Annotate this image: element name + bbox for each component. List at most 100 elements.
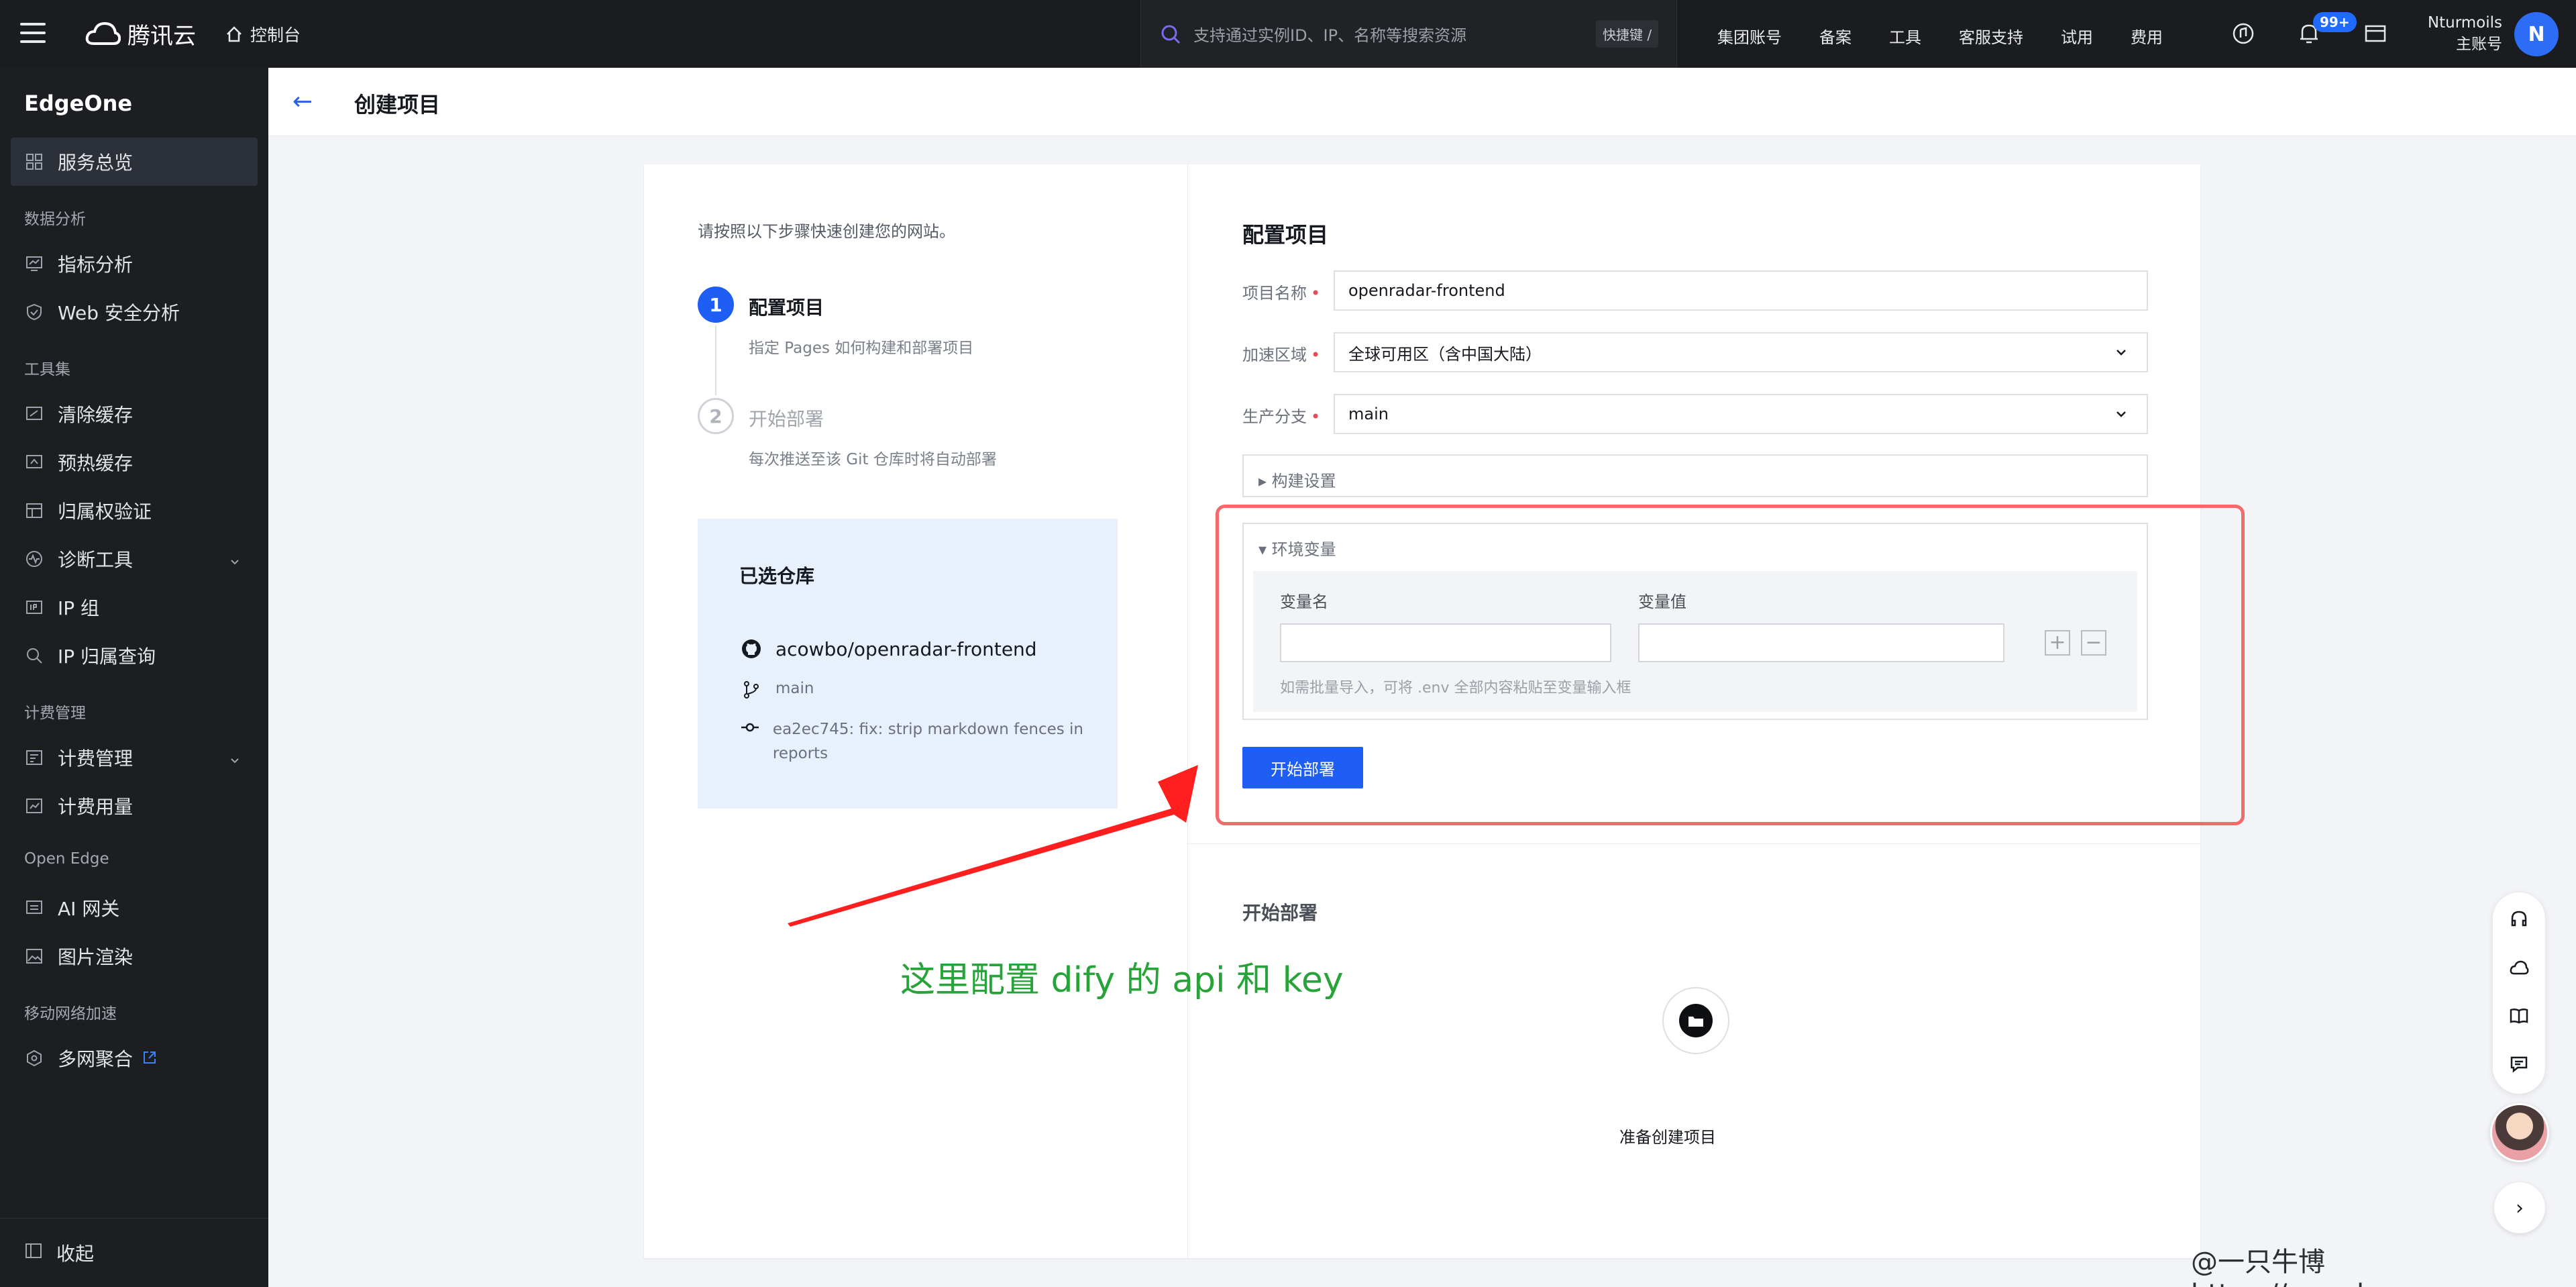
repo-commit-row: ea2ec745: fix: strip markdown fences in … bbox=[739, 717, 1102, 766]
sidebar-item-label: 计费管理 bbox=[58, 748, 133, 770]
chevron-down-icon bbox=[228, 750, 241, 772]
usage-icon bbox=[24, 796, 44, 816]
sidebar-item-purge-cache[interactable]: 清除缓存 bbox=[11, 390, 258, 438]
account-name: Nturmoils bbox=[2427, 14, 2502, 32]
sidebar-item-billing-usage[interactable]: 计费用量 bbox=[11, 782, 258, 830]
book-icon[interactable] bbox=[2506, 1002, 2532, 1029]
shortcut-hint: 快捷键 / bbox=[1596, 20, 1659, 48]
purge-icon bbox=[24, 404, 44, 424]
search-icon bbox=[24, 646, 44, 666]
sidebar-item-label: Web 安全分析 bbox=[58, 302, 180, 324]
external-link-icon bbox=[142, 1047, 157, 1070]
billing-icon bbox=[24, 748, 44, 768]
repo-name-row: acowbo/openradar-frontend bbox=[739, 638, 1037, 660]
assistant-avatar[interactable] bbox=[2490, 1103, 2549, 1162]
group-tools: 工具集 bbox=[24, 361, 70, 378]
sidebar: EdgeOne 服务总览 数据分析 指标分析 Web 安全分析 工具集 清除缓存… bbox=[0, 68, 268, 1287]
sidebar-item-label: IP 归属查询 bbox=[58, 646, 156, 668]
sidebar-item-label: 清除缓存 bbox=[58, 404, 133, 426]
billing-card-icon[interactable] bbox=[2364, 23, 2387, 44]
top-navbar: 腾讯云 控制台 支持通过实例ID、IP、名称等搜索资源 快捷键 / 集团账号 备… bbox=[0, 0, 2576, 68]
home-icon bbox=[227, 26, 241, 42]
region-value: 全球可用区（含中国大陆） bbox=[1348, 344, 1542, 364]
sidebar-item-label: 计费用量 bbox=[58, 796, 133, 818]
repo-commit: ea2ec745: fix: strip markdown fences in … bbox=[772, 721, 1083, 762]
chevron-down-icon bbox=[2112, 343, 2131, 366]
sidebar-item-metrics[interactable]: 指标分析 bbox=[11, 240, 258, 288]
shield-icon bbox=[24, 302, 44, 322]
arrow-left-icon[interactable]: ← bbox=[292, 88, 313, 115]
gateway-icon bbox=[24, 898, 44, 918]
nav-trial[interactable]: 试用 bbox=[2061, 24, 2093, 48]
region-select[interactable]: 全球可用区（含中国大陆） bbox=[1334, 332, 2148, 372]
cloud-logo-icon bbox=[85, 21, 121, 45]
nav-billing[interactable]: 费用 bbox=[2131, 24, 2163, 48]
sidebar-item-label: 归属权验证 bbox=[58, 501, 152, 523]
group-billing: 计费管理 bbox=[24, 705, 86, 722]
sidebar-item-ai-gateway[interactable]: AI 网关 bbox=[11, 884, 258, 932]
project-name-label: 项目名称 • bbox=[1242, 284, 1321, 303]
image-icon bbox=[24, 946, 44, 966]
page-header: ← 创建项目 bbox=[268, 68, 2576, 136]
collapse-label: 收起 bbox=[56, 1243, 95, 1265]
deploy-status-text: 准备创建项目 bbox=[1619, 1128, 1716, 1147]
top-nav-links: 集团账号 备案 工具 客服支持 试用 费用 bbox=[1717, 24, 2200, 48]
nav-tools[interactable]: 工具 bbox=[1889, 24, 1921, 48]
global-search[interactable]: 支持通过实例ID、IP、名称等搜索资源 快捷键 / bbox=[1140, 0, 1677, 68]
column-divider bbox=[1187, 164, 1188, 1258]
selected-repo-box: 已选仓库 acowbo/openradar-frontend main ea2e… bbox=[698, 519, 1118, 809]
sidebar-item-overview[interactable]: 服务总览 bbox=[11, 138, 258, 186]
sidebar-collapse[interactable]: 收起 bbox=[0, 1218, 268, 1287]
sidebar-item-web-security[interactable]: Web 安全分析 bbox=[11, 288, 258, 336]
feedback-icon[interactable] bbox=[2506, 1051, 2532, 1078]
sidebar-item-ownership[interactable]: 归属权验证 bbox=[11, 486, 258, 535]
deploy-status-icon bbox=[1662, 987, 1729, 1054]
step-connector bbox=[715, 325, 716, 395]
nav-filing[interactable]: 备案 bbox=[1819, 24, 1851, 48]
account-info[interactable]: Nturmoils 主账号 bbox=[2426, 12, 2502, 55]
group-mobile: 移动网络加速 bbox=[24, 1005, 117, 1023]
sidebar-item-diagnostics[interactable]: 诊断工具 bbox=[11, 535, 258, 583]
search-placeholder: 支持通过实例ID、IP、名称等搜索资源 bbox=[1193, 26, 1467, 45]
nav-group-account[interactable]: 集团账号 bbox=[1717, 24, 1782, 48]
step-2-title: 开始部署 bbox=[749, 408, 824, 430]
sidebar-item-ip-group[interactable]: IP 组 bbox=[11, 583, 258, 631]
sidebar-item-billing-mgmt[interactable]: 计费管理 bbox=[11, 733, 258, 782]
headset-icon[interactable] bbox=[2506, 906, 2532, 933]
sidebar-item-prefetch-cache[interactable]: 预热缓存 bbox=[11, 438, 258, 486]
menu-icon[interactable] bbox=[20, 23, 46, 43]
nav-support[interactable]: 客服支持 bbox=[1959, 24, 2023, 48]
sidebar-item-label: 指标分析 bbox=[58, 254, 133, 276]
step-2-indicator: 2 bbox=[698, 398, 734, 434]
console-link[interactable]: 控制台 bbox=[225, 22, 301, 46]
sidebar-item-image-render[interactable]: 图片渲染 bbox=[11, 932, 258, 980]
group-data-analysis: 数据分析 bbox=[24, 211, 86, 228]
user-avatar[interactable]: N bbox=[2514, 12, 2559, 56]
product-name: EdgeOne bbox=[24, 91, 133, 116]
step-1-title: 配置项目 bbox=[749, 297, 824, 319]
chevron-down-icon bbox=[228, 551, 241, 573]
deploy-section-title: 开始部署 bbox=[1242, 902, 1318, 924]
project-name-input[interactable]: openradar-frontend bbox=[1334, 270, 2148, 311]
repo-branch: main bbox=[775, 680, 814, 697]
sidebar-item-label: 图片渲染 bbox=[58, 946, 133, 968]
prefetch-icon bbox=[24, 452, 44, 472]
chevron-right-icon[interactable]: › bbox=[2494, 1182, 2545, 1233]
sidebar-item-label: 服务总览 bbox=[58, 152, 133, 174]
sidebar-item-ip-lookup[interactable]: IP 归属查询 bbox=[11, 631, 258, 680]
sidebar-item-multi-network[interactable]: 多网聚合 bbox=[11, 1034, 258, 1082]
tencent-cloud-logo[interactable]: 腾讯云 bbox=[85, 17, 196, 50]
step-1-indicator: 1 bbox=[698, 287, 734, 323]
notification-badge: 99+ bbox=[2313, 12, 2357, 32]
console-label: 控制台 bbox=[250, 25, 301, 45]
app-icon[interactable] bbox=[2231, 21, 2255, 46]
build-settings-toggle[interactable]: ▸ 构建设置 bbox=[1242, 454, 2148, 497]
cloud-icon[interactable] bbox=[2506, 954, 2532, 981]
git-branch-icon bbox=[739, 680, 763, 700]
step-1-desc: 指定 Pages 如何构建和部署项目 bbox=[749, 340, 974, 357]
github-icon bbox=[739, 638, 763, 660]
steps-intro: 请按照以下步骤快速创建您的网站。 bbox=[698, 222, 955, 241]
branch-select[interactable]: main bbox=[1334, 394, 2148, 434]
search-icon bbox=[1161, 25, 1181, 44]
ip-icon bbox=[24, 597, 44, 617]
